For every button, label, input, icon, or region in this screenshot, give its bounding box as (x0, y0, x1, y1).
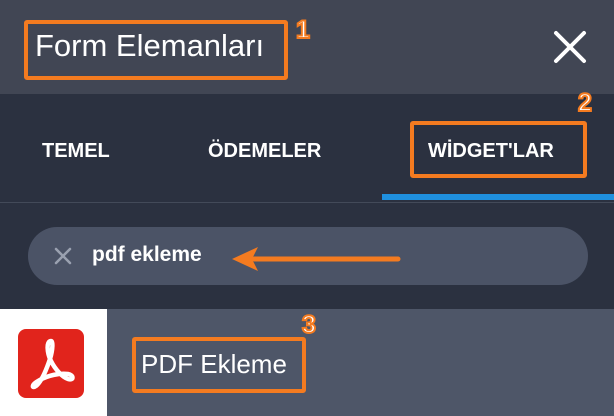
active-tab-indicator (382, 194, 614, 200)
callout-box-title (24, 20, 288, 80)
callout-box-result (132, 337, 306, 393)
callout-number-3: 3 (301, 310, 317, 340)
callout-number-1: 1 (295, 15, 311, 45)
result-icon-container (0, 309, 107, 416)
callout-box-widgets-tab (410, 121, 587, 178)
annotation-arrow-icon (232, 247, 401, 271)
search-clear-button[interactable] (52, 245, 74, 267)
close-icon (554, 31, 586, 63)
search-value: pdf ekleme (92, 243, 202, 266)
clear-x-icon (54, 247, 72, 265)
callout-number-2: 2 (577, 88, 593, 118)
tab-temel[interactable]: TEMEL (42, 140, 110, 163)
tab-odemeler[interactable]: ÖDEMELER (208, 140, 321, 163)
close-button[interactable] (550, 27, 590, 67)
pdf-icon (18, 329, 84, 398)
